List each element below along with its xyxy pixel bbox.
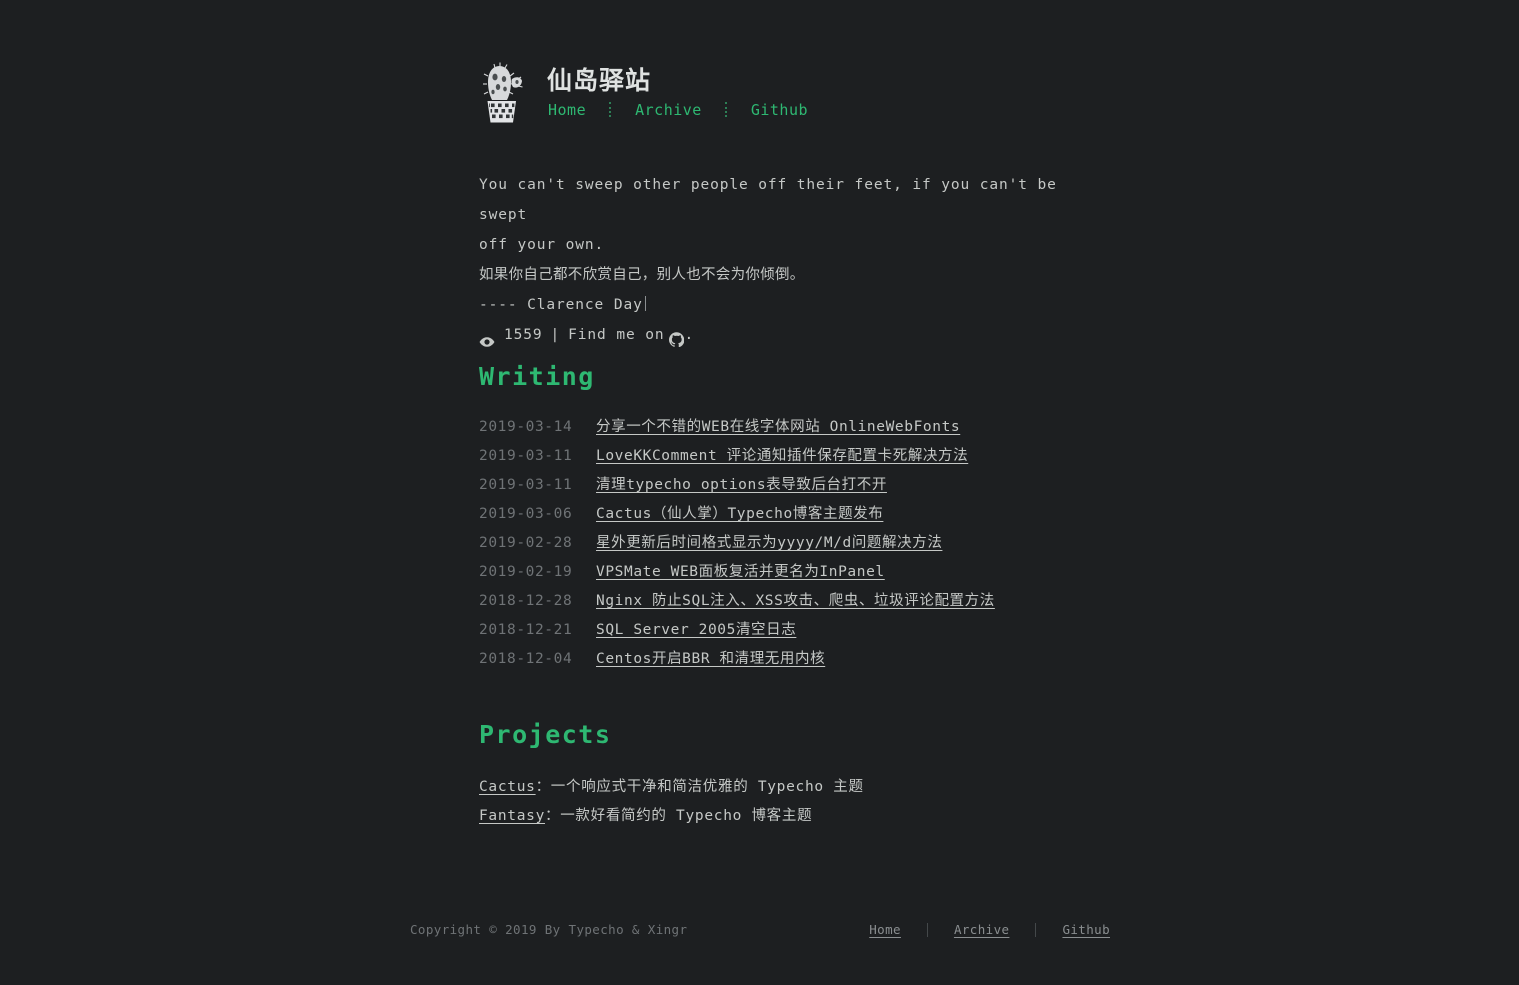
quote-line-2: off your own. — [479, 237, 605, 253]
eye-icon — [479, 329, 495, 347]
writing-section: Writing 2019-03-14 分享一个不错的WEB在线字体网站 Onli… — [479, 362, 995, 676]
post-item: 2019-02-19 VPSMate WEB面板复活并更名为InPanel — [479, 560, 995, 589]
post-item: 2019-03-06 Cactus（仙人掌）Typecho博客主题发布 — [479, 502, 995, 531]
post-item: 2018-12-21 SQL Server 2005清空日志 — [479, 618, 995, 647]
main-nav: Home Archive Github — [547, 101, 809, 119]
footer-separator — [926, 922, 928, 937]
post-link[interactable]: 清理typecho_options表导致后台打不开 — [596, 473, 887, 494]
post-list: 2019-03-14 分享一个不错的WEB在线字体网站 OnlineWebFon… — [479, 415, 995, 676]
project-description: ：一款好看简约的 Typecho 博客主题 — [545, 808, 813, 824]
project-item: Cactus：一个响应式干净和简洁优雅的 Typecho 主题 — [479, 775, 864, 804]
post-link[interactable]: VPSMate WEB面板复活并更名为InPanel — [596, 560, 885, 581]
github-icon[interactable] — [669, 328, 685, 347]
post-link[interactable]: 分享一个不错的WEB在线字体网站 OnlineWebFonts — [596, 415, 960, 436]
meta-separator: | — [550, 327, 561, 343]
project-list: Cactus：一个响应式干净和简洁优雅的 Typecho 主题 Fantasy：… — [479, 775, 864, 833]
project-link-cactus[interactable]: Cactus — [479, 779, 536, 795]
footer-nav: Home Archive Github — [869, 922, 1110, 937]
post-item: 2019-03-11 LoveKKComment 评论通知插件保存配置卡死解决方… — [479, 444, 995, 473]
post-date: 2018-12-04 — [479, 651, 573, 667]
quote-translation: 如果你自己都不欣赏自己，别人也不会为你倾倒。 — [479, 267, 805, 283]
quote-line-1: You can't sweep other people off their f… — [479, 177, 1057, 223]
nav-item-archive[interactable]: Archive — [634, 101, 703, 119]
quote-block: You can't sweep other people off their f… — [479, 170, 1059, 350]
cactus-icon — [479, 62, 525, 124]
site-footer: Copyright © 2019 By Typecho & Xingr Home… — [410, 922, 1110, 937]
post-date: 2019-03-11 — [479, 477, 573, 493]
footer-link-home[interactable]: Home — [869, 922, 901, 937]
post-link[interactable]: SQL Server 2005清空日志 — [596, 618, 796, 639]
post-date: 2019-02-19 — [479, 564, 573, 580]
nav-item-github[interactable]: Github — [750, 101, 809, 119]
post-date: 2019-03-06 — [479, 506, 573, 522]
site-header: 仙岛驿站 Home Archive Github — [479, 62, 809, 124]
post-date: 2019-03-14 — [479, 419, 573, 435]
footer-link-archive[interactable]: Archive — [954, 922, 1009, 937]
project-description: ：一个响应式干净和简洁优雅的 Typecho 主题 — [535, 779, 864, 795]
project-link-fantasy[interactable]: Fantasy — [479, 808, 545, 824]
post-item: 2018-12-28 Nginx 防止SQL注入、XSS攻击、爬虫、垃圾评论配置… — [479, 589, 995, 618]
post-date: 2018-12-21 — [479, 622, 573, 638]
projects-heading: Projects — [479, 720, 612, 749]
post-link[interactable]: 星外更新后时间格式显示为yyyy/M/d问题解决方法 — [596, 531, 942, 552]
site-title: 仙岛驿站 — [547, 66, 652, 96]
nav-separator — [724, 102, 728, 118]
writing-heading: Writing — [479, 362, 595, 391]
post-date: 2019-03-11 — [479, 448, 573, 464]
post-date: 2018-12-28 — [479, 593, 573, 609]
nav-item-home[interactable]: Home — [547, 101, 587, 119]
post-item: 2019-03-11 清理typecho_options表导致后台打不开 — [479, 473, 995, 502]
quote-author: ---- Clarence Day — [479, 290, 1059, 320]
post-link[interactable]: LoveKKComment 评论通知插件保存配置卡死解决方法 — [596, 444, 968, 465]
post-date: 2019-02-28 — [479, 535, 573, 551]
brand-block: 仙岛驿站 Home Archive Github — [547, 67, 809, 119]
post-link[interactable]: Cactus（仙人掌）Typecho博客主题发布 — [596, 502, 883, 523]
find-me-suffix: . — [684, 327, 695, 343]
nav-separator — [609, 102, 612, 118]
post-link[interactable]: Nginx 防止SQL注入、XSS攻击、爬虫、垃圾评论配置方法 — [596, 589, 995, 610]
footer-separator — [1035, 922, 1037, 937]
find-me-label: Find me on — [568, 327, 665, 343]
post-item: 2018-12-04 Centos开启BBR 和清理无用内核 — [479, 647, 995, 676]
post-item: 2019-02-28 星外更新后时间格式显示为yyyy/M/d问题解决方法 — [479, 531, 995, 560]
projects-section: Projects Cactus：一个响应式干净和简洁优雅的 Typecho 主题… — [479, 720, 864, 833]
quote-meta: 1559 | Find me on . — [479, 320, 1059, 350]
typing-cursor — [644, 296, 646, 311]
post-item: 2019-03-14 分享一个不错的WEB在线字体网站 OnlineWebFon… — [479, 415, 995, 444]
project-item: Fantasy：一款好看简约的 Typecho 博客主题 — [479, 804, 864, 833]
copyright-text: Copyright © 2019 By Typecho & Xingr — [410, 922, 688, 937]
post-link[interactable]: Centos开启BBR 和清理无用内核 — [596, 647, 825, 668]
footer-link-github[interactable]: Github — [1062, 922, 1110, 937]
page-root: 仙岛驿站 Home Archive Github You can't sweep… — [0, 0, 1519, 985]
views-count: 1559 — [504, 327, 543, 343]
